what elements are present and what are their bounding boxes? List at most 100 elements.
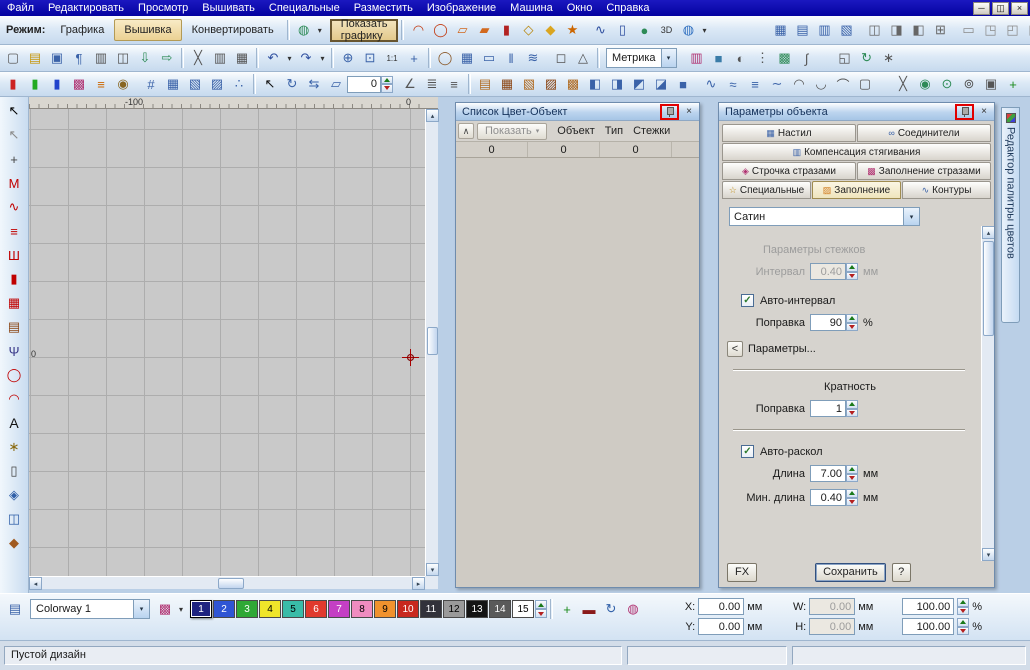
arc-up-icon[interactable]: ◠: [788, 74, 810, 95]
arrange-icon[interactable]: ≣: [421, 74, 443, 95]
block-digitize-icon[interactable]: ▮: [495, 20, 517, 41]
mult-correction-input[interactable]: 1: [810, 400, 846, 417]
thread-palette-icon[interactable]: ▩: [154, 599, 176, 620]
close-icon[interactable]: ×: [682, 105, 696, 118]
applique-tool-icon[interactable]: ◈: [3, 483, 26, 507]
rainbow-lines-icon[interactable]: ≡: [90, 74, 112, 95]
interval-spinner[interactable]: [846, 263, 858, 280]
menu-item[interactable]: Машина: [503, 1, 560, 15]
tab-special[interactable]: ☆Специальные: [722, 181, 811, 199]
branching-tool-icon[interactable]: Ψ: [3, 339, 26, 363]
tab-rhinestone-fill[interactable]: ▩Заполнение стразами: [857, 162, 991, 180]
stitch-angle-input[interactable]: 0: [347, 76, 381, 93]
graphics-mode-button[interactable]: Графика: [50, 19, 114, 41]
color-object-panel-header[interactable]: Список Цвет-Объект ×: [456, 103, 699, 121]
pan-icon[interactable]: +: [403, 48, 425, 69]
send-to-machine-icon[interactable]: ⇨: [156, 48, 178, 69]
mirror-merge-tool-icon[interactable]: ◫: [3, 507, 26, 531]
canvas-horizontal-scrollbar[interactable]: ◂ ▸: [29, 576, 425, 589]
color-swatch[interactable]: 10: [397, 600, 419, 618]
open-object-icon[interactable]: ▱: [451, 20, 473, 41]
ring-icon[interactable]: ⊚: [958, 74, 980, 95]
combo-arrow-icon[interactable]: ▾: [661, 49, 676, 67]
show-bitmap-icon[interactable]: ▩: [774, 48, 796, 69]
thread-colors-icon[interactable]: ▥: [686, 48, 708, 69]
parameters-panel-header[interactable]: Параметры объекта ×: [719, 103, 994, 121]
color-swatch[interactable]: 14: [489, 600, 511, 618]
mult-correction-spinner[interactable]: [846, 400, 858, 417]
show-vector-icon[interactable]: ∫: [796, 48, 818, 69]
design-canvas[interactable]: 0: [29, 109, 425, 576]
closed-object-icon[interactable]: ▰: [473, 20, 495, 41]
fill-tatami-icon[interactable]: ▦: [496, 74, 518, 95]
color-swatch[interactable]: 15: [512, 600, 534, 618]
undo-icon[interactable]: ↶: [262, 48, 284, 69]
open-design-icon[interactable]: ▤: [24, 48, 46, 69]
tab-rhinestone-run[interactable]: ◈Строчка стразами: [722, 162, 856, 180]
y-input[interactable]: 0.00: [698, 618, 744, 635]
embroidery-mode-button[interactable]: Вышивка: [114, 19, 181, 41]
outline-triple-icon[interactable]: ≡: [744, 74, 766, 95]
cut-icon[interactable]: ╳: [187, 48, 209, 69]
transform-tool-icon[interactable]: +: [3, 147, 26, 171]
lettering-tool-icon[interactable]: A: [3, 411, 26, 435]
shape-box-icon[interactable]: ▢: [854, 74, 876, 95]
scroll-up-button[interactable]: ▴: [982, 226, 994, 239]
kiosk-tool-icon[interactable]: ◆: [3, 531, 26, 555]
copy-icon[interactable]: ▥: [209, 48, 231, 69]
color-swatch[interactable]: 13: [466, 600, 488, 618]
fill-motif-icon[interactable]: ▧: [518, 74, 540, 95]
tab-underlay[interactable]: ▦Настил: [722, 124, 856, 142]
needle-points-icon[interactable]: ⋮: [752, 48, 774, 69]
combo-arrow-icon[interactable]: ▾: [903, 208, 919, 225]
show-outlines-icon[interactable]: ◻: [550, 48, 572, 69]
thread-palette-caret-icon[interactable]: ▾: [176, 599, 186, 620]
redo-icon[interactable]: ↷: [295, 48, 317, 69]
show-rulers-icon[interactable]: ▭: [478, 48, 500, 69]
zoom-in-icon[interactable]: ⊕: [337, 48, 359, 69]
fill-satin-icon[interactable]: ▤: [474, 74, 496, 95]
fill-half-left-icon[interactable]: ◧: [584, 74, 606, 95]
window-grid-icon[interactable]: ⊞: [929, 20, 951, 41]
collapse-left-icon[interactable]: <: [727, 341, 743, 357]
colorway-list-icon[interactable]: ▤: [4, 599, 26, 620]
fill-cross-icon[interactable]: ▨: [540, 74, 562, 95]
pattern-hash-icon[interactable]: #: [140, 74, 162, 95]
outline-run-icon[interactable]: ∿: [700, 74, 722, 95]
measurement-combo[interactable]: Метрика ▾: [606, 48, 677, 68]
stitch-point-icon[interactable]: ◉: [914, 74, 936, 95]
design-properties-icon[interactable]: ¶: [68, 48, 90, 69]
satin-column-tool-icon[interactable]: ▮: [3, 267, 26, 291]
help-button[interactable]: ?: [892, 563, 911, 582]
column-shape-icon[interactable]: ▯: [611, 20, 633, 41]
pattern-dots-icon[interactable]: ∴: [228, 74, 250, 95]
manual-stitch-tool-icon[interactable]: Μ: [3, 171, 26, 195]
pin-icon[interactable]: [663, 106, 676, 118]
print-icon[interactable]: ▥: [90, 48, 112, 69]
overview-window-icon[interactable]: ◱: [834, 48, 856, 69]
canvas-vertical-scrollbar[interactable]: ▴ ▾: [425, 109, 438, 576]
select-arrow-icon[interactable]: ↖: [259, 74, 281, 95]
close-button[interactable]: ×: [1011, 2, 1028, 15]
color-green-icon[interactable]: ▮: [24, 74, 46, 95]
grid-diagonal-icon[interactable]: ▧: [835, 20, 857, 41]
pattern-cross-icon[interactable]: ▨: [206, 74, 228, 95]
auto-split-checkbox[interactable]: ✓: [741, 445, 754, 458]
view-3d-icon[interactable]: 3D: [655, 20, 677, 41]
monogram-tool-icon[interactable]: ∗: [3, 435, 26, 459]
show-graphics-button[interactable]: Показать графику: [330, 19, 399, 42]
fx-button[interactable]: FX: [727, 563, 757, 582]
mirror-horizontal-icon[interactable]: ⇆: [303, 74, 325, 95]
object-list-body[interactable]: [456, 158, 699, 587]
redo-caret-icon[interactable]: ▾: [317, 48, 328, 69]
outline-wave-icon[interactable]: ≈: [722, 74, 744, 95]
color-swatch[interactable]: 2: [213, 600, 235, 618]
fill-half-right-icon[interactable]: ◨: [606, 74, 628, 95]
parameters-scrollbar[interactable]: ▴ ▾: [981, 226, 994, 561]
closed-shape-icon[interactable]: ◯: [429, 20, 451, 41]
fill-pattern-icon[interactable]: ▩: [562, 74, 584, 95]
menu-item[interactable]: Специальные: [262, 1, 347, 15]
scale-h-spinner[interactable]: [957, 618, 969, 635]
color-swatch[interactable]: 12: [443, 600, 465, 618]
arc-tool-icon[interactable]: ◠: [3, 387, 26, 411]
